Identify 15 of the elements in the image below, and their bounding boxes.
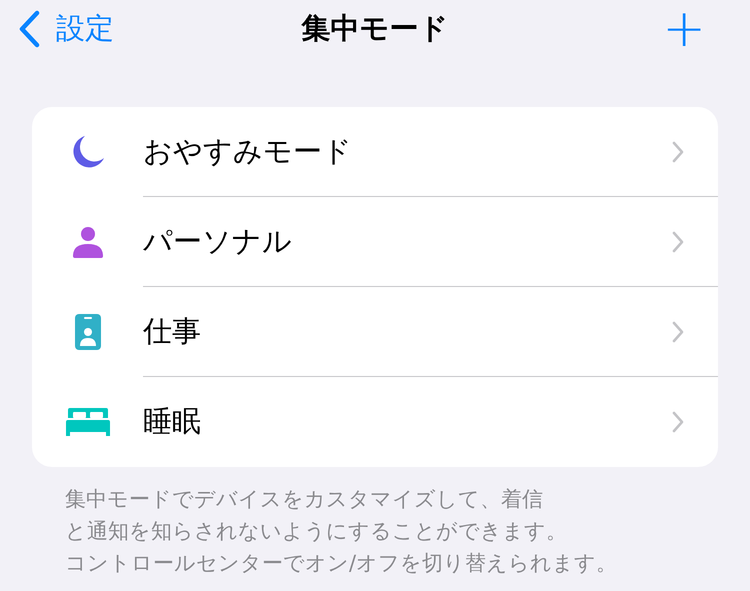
mode-row[interactable]: 仕事: [32, 287, 718, 377]
mode-row[interactable]: パーソナル: [32, 197, 718, 287]
chevron-icon: [672, 140, 684, 162]
mode-row[interactable]: おやすみモード: [32, 107, 718, 197]
mode-label: 仕事: [143, 312, 201, 350]
chevron-icon: [672, 320, 684, 342]
mode-label: 睡眠: [143, 403, 201, 440]
nav-title: 集中モード: [302, 10, 448, 47]
chevron-icon: [672, 411, 684, 433]
footer-note: 集中モードでデバイスをカスタマイズして、着信 と通知を知らされないようにすることができます。 コントロールセンターでオン/オフを切り替えられます。: [65, 486, 618, 577]
back-chevron-icon: [18, 10, 40, 48]
chevron-icon: [672, 230, 684, 252]
mode-label: パーソナル: [143, 222, 292, 260]
mode-row[interactable]: 睡眠: [32, 377, 718, 467]
mode-label: おやすみモード: [143, 132, 352, 170]
